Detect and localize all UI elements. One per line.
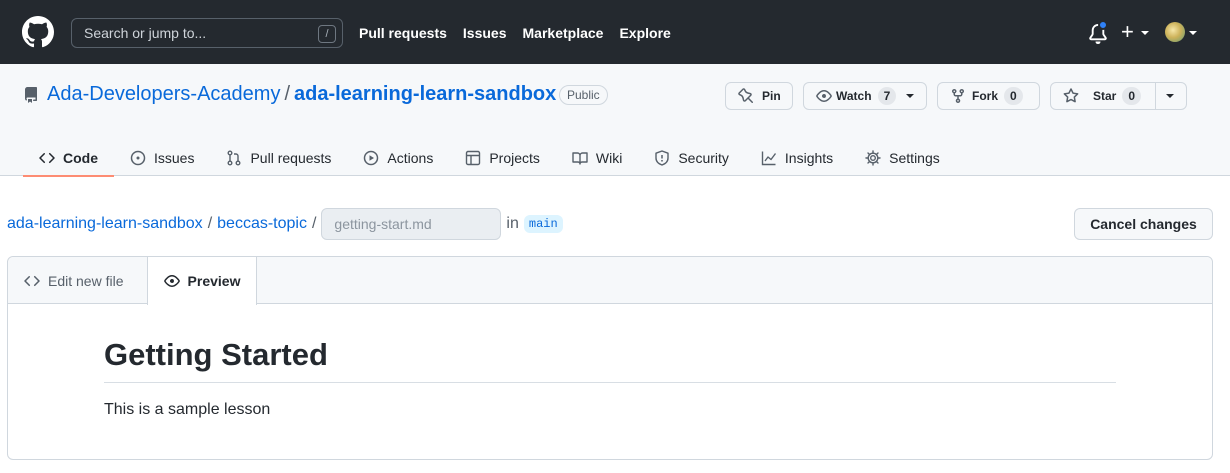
nav-explore[interactable]: Explore (619, 25, 670, 41)
editor-tabs: Edit new file Preview (8, 257, 1212, 305)
table-icon (466, 150, 481, 166)
tab-edit-new-file[interactable]: Edit new file (24, 257, 123, 304)
in-label: in (506, 215, 519, 232)
breadcrumb-repo-link[interactable]: ada-learning-learn-sandbox (7, 215, 203, 233)
issue-icon (130, 150, 146, 166)
tab-label: Projects (489, 150, 540, 166)
star-button[interactable]: Star 0 (1050, 82, 1187, 110)
tab-label: Insights (784, 150, 834, 166)
fork-button[interactable]: Fork 0 (937, 82, 1040, 110)
shield-icon (655, 150, 670, 166)
gear-icon (865, 150, 881, 166)
eye-icon (163, 275, 180, 287)
global-header: Search or jump to... / Pull requests Iss… (0, 0, 1230, 64)
top-nav: Pull requests Issues Marketplace Explore (359, 25, 671, 41)
search-placeholder: Search or jump to... (84, 25, 207, 41)
file-editor: Edit new file Preview Getting Started Th… (7, 256, 1213, 460)
nav-issues[interactable]: Issues (463, 25, 507, 41)
chevron-down-icon (906, 94, 915, 98)
repo-title: Ada-Developers-Academy / ada-learning-le… (47, 83, 556, 106)
star-count: 0 (1122, 87, 1142, 105)
eye-icon (816, 90, 832, 102)
file-path-breadcrumb: ada-learning-learn-sandbox / beccas-topi… (7, 208, 563, 240)
tab-preview[interactable]: Preview (147, 257, 257, 305)
tab-label: Issues (154, 150, 195, 166)
button-divider (1155, 83, 1156, 109)
fork-label: Fork (972, 89, 999, 103)
star-icon (1063, 88, 1079, 103)
pin-icon (738, 88, 754, 104)
tab-label: Wiki (595, 150, 623, 166)
tab-label: Settings (889, 150, 940, 166)
repo-tabs: Code Issues Pull requests Actions Projec… (23, 140, 956, 177)
tab-code[interactable]: Code (23, 140, 114, 177)
repo-title-separator: / (284, 83, 290, 105)
code-icon (39, 152, 55, 164)
watch-button[interactable]: Watch 7 (803, 82, 927, 110)
branch-label: main (523, 215, 563, 233)
tab-label: Actions (387, 150, 434, 166)
tab-actions[interactable]: Actions (347, 140, 449, 176)
tab-settings[interactable]: Settings (849, 140, 956, 176)
star-label: Star (1093, 89, 1117, 103)
markdown-preview: Getting Started This is a sample lesson (104, 337, 1116, 419)
tab-label: Security (678, 150, 729, 166)
tab-insights[interactable]: Insights (745, 140, 849, 176)
cancel-changes-button[interactable]: Cancel changes (1074, 208, 1213, 240)
avatar[interactable] (1165, 22, 1185, 42)
book-icon (572, 152, 588, 165)
chevron-down-icon[interactable] (1189, 31, 1197, 35)
repo-owner-link[interactable]: Ada-Developers-Academy (47, 83, 280, 106)
create-new-button[interactable]: + (1121, 21, 1134, 43)
tab-wiki[interactable]: Wiki (556, 140, 638, 176)
fork-icon (952, 89, 964, 104)
tab-issues[interactable]: Issues (114, 140, 210, 176)
tab-security[interactable]: Security (638, 140, 745, 176)
visibility-badge: Public (559, 85, 608, 105)
chevron-down-icon[interactable] (1141, 31, 1149, 35)
code-icon (24, 275, 40, 286)
fork-count: 0 (1004, 87, 1023, 105)
tab-label: Code (63, 150, 98, 166)
repo-header: Ada-Developers-Academy / ada-learning-le… (0, 64, 1230, 177)
breadcrumb-separator: / (207, 215, 213, 232)
pin-label: Pin (762, 89, 781, 103)
filename-input[interactable]: getting-start.md (321, 208, 502, 240)
notification-indicator (1098, 20, 1108, 30)
tab-label: Pull requests (250, 150, 332, 166)
tab-projects[interactable]: Projects (449, 140, 556, 176)
edit-tab-label: Edit new file (48, 272, 124, 289)
watch-count: 7 (877, 87, 897, 105)
preview-paragraph: This is a sample lesson (104, 401, 271, 418)
preview-heading: Getting Started (104, 337, 1116, 383)
repo-name-link[interactable]: ada-learning-learn-sandbox (294, 83, 556, 106)
breadcrumb-folder-link[interactable]: beccas-topic (217, 215, 307, 233)
repo-icon (24, 87, 37, 103)
github-logo-icon[interactable] (22, 16, 54, 48)
graph-icon (761, 151, 776, 166)
preview-tab-label: Preview (187, 273, 241, 289)
star-list-chevron-icon[interactable] (1166, 94, 1174, 98)
watch-label: Watch (836, 89, 872, 103)
search-shortcut-key: / (318, 25, 336, 43)
play-icon (364, 150, 379, 166)
pull-request-icon (227, 150, 241, 166)
tab-pull-requests[interactable]: Pull requests (210, 140, 347, 176)
nav-pull-requests[interactable]: Pull requests (359, 25, 447, 41)
pin-button[interactable]: Pin (725, 82, 793, 110)
search-input[interactable]: Search or jump to... / (71, 18, 343, 48)
nav-marketplace[interactable]: Marketplace (523, 25, 604, 41)
breadcrumb-separator: / (311, 215, 317, 232)
